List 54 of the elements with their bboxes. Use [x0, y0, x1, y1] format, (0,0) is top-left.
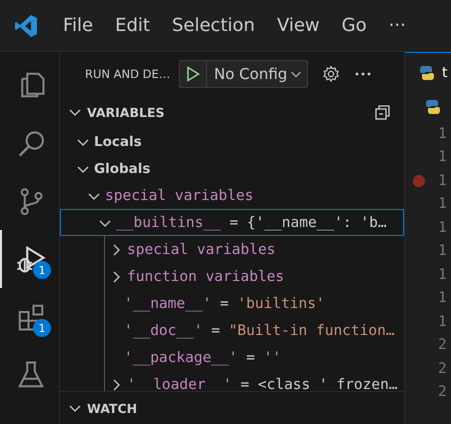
- menu-item[interactable]: ···: [378, 15, 417, 36]
- tree-row[interactable]: '__doc__' = "Built-in function…: [60, 317, 404, 344]
- line-number: 1: [438, 266, 447, 283]
- section-title: WATCH: [87, 400, 138, 416]
- line-number: 1: [438, 196, 447, 212]
- configuration-dropdown[interactable]: No Config: [179, 60, 308, 88]
- variable-entry: '__doc__' = "Built-in function…: [124, 322, 395, 338]
- scope-label: Locals: [94, 134, 142, 150]
- tree-row[interactable]: '__package__' = '': [60, 344, 404, 371]
- line-number: 2: [438, 384, 447, 400]
- tree-row[interactable]: Locals: [60, 128, 404, 155]
- variable-entry: special variables: [105, 188, 254, 204]
- section-title: VARIABLES: [87, 104, 166, 120]
- variable-entry: __builtins__ = {'__name__': 'b…: [116, 214, 387, 230]
- line-number: 2: [438, 360, 447, 377]
- menu-item[interactable]: Selection: [160, 15, 266, 36]
- variable-entry: special variables: [127, 242, 276, 258]
- python-icon[interactable]: [425, 99, 441, 115]
- tree-row[interactable]: special variables: [60, 182, 404, 209]
- menu-item[interactable]: View: [266, 15, 331, 36]
- collapse-all-icon[interactable]: [374, 103, 392, 121]
- variable-entry: function variables: [127, 268, 284, 284]
- line-number: 1: [438, 243, 447, 260]
- tree-row[interactable]: '__loader__' = <class '_frozen…: [60, 371, 404, 391]
- line-number: 1: [438, 220, 447, 236]
- line-number: 1: [438, 172, 447, 189]
- line-number: 1: [438, 126, 447, 142]
- tree-row[interactable]: function variables: [60, 263, 404, 290]
- menu-item[interactable]: File: [52, 15, 104, 36]
- tree-row[interactable]: '__name__' = 'builtins': [60, 290, 404, 317]
- variable-entry: '__package__' = '': [124, 350, 282, 366]
- line-number: 1: [438, 314, 447, 330]
- panel-title: RUN AND DE…: [85, 67, 172, 81]
- menu-item[interactable]: Go: [330, 15, 378, 36]
- line-number: 1: [438, 149, 447, 166]
- flask-icon: [16, 360, 46, 390]
- extensions-tab[interactable]: 1: [0, 288, 59, 346]
- settings-icon[interactable]: [322, 65, 340, 83]
- tree-row[interactable]: Globals: [60, 155, 404, 182]
- tree-row[interactable]: __builtins__ = {'__name__': 'b…: [60, 209, 404, 236]
- variable-entry: '__loader__' = <class '_frozen…: [127, 376, 398, 391]
- menu-item[interactable]: Edit: [104, 15, 161, 36]
- play-icon[interactable]: [186, 66, 200, 82]
- variable-entry: '__name__' = 'builtins': [124, 296, 325, 312]
- tree-row[interactable]: special variables: [60, 236, 404, 263]
- count-badge: 1: [33, 319, 51, 337]
- run-debug-tab[interactable]: 1: [0, 230, 59, 288]
- line-number: 1: [438, 290, 447, 306]
- count-badge: 1: [33, 261, 51, 279]
- line-number: 2: [438, 337, 447, 354]
- python-icon: [419, 64, 435, 80]
- scope-label: Globals: [94, 160, 150, 176]
- run-debug-icon: [16, 244, 46, 274]
- app-logo-icon[interactable]: [14, 14, 38, 38]
